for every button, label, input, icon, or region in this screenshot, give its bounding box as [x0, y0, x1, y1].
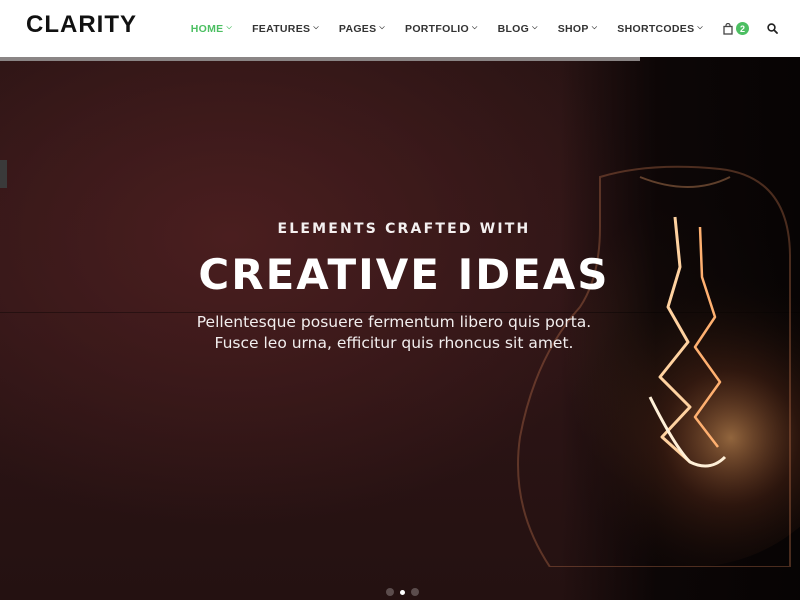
chevron-down-icon: ⌵: [379, 23, 386, 31]
cart-count-badge: 2: [736, 22, 749, 35]
nav-item-shop[interactable]: SHOP ⌵: [558, 23, 598, 35]
hero-subtitle-line-1: Pellentesque posuere fermentum libero qu…: [196, 313, 592, 331]
nav-item-features[interactable]: FEATURES ⌵: [252, 23, 319, 35]
hero-subtitle-line-2: Fusce leo urna, efficitur quis rhoncus s…: [214, 334, 574, 352]
chevron-down-icon: ⌵: [532, 23, 538, 31]
nav-item-home[interactable]: HOME ⌵: [191, 23, 232, 35]
nav-item-label: PAGES: [338, 22, 377, 35]
nav-item-blog[interactable]: BLOG ⌵: [498, 23, 538, 35]
hero-eyebrow: ELEMENTS CRAFTED WITH: [277, 221, 531, 237]
side-panel-toggle[interactable]: [0, 160, 7, 188]
nav-item-portfolio[interactable]: PORTFOLIO ⌵: [405, 23, 478, 35]
slider-pagination: [386, 588, 419, 596]
chevron-down-icon: ⌵: [226, 23, 233, 31]
nav-item-label: SHORTCODES: [617, 22, 695, 35]
slide-progress-bar: [0, 57, 800, 61]
slider-dot[interactable]: [411, 588, 419, 596]
hero-headline: CREATIVE IDEAS: [198, 250, 610, 299]
chevron-down-icon: ⌵: [313, 23, 319, 31]
slider-dot[interactable]: [386, 588, 394, 596]
slide-progress-fill: [0, 57, 640, 61]
nav-item-label: HOME: [190, 22, 224, 35]
search-icon[interactable]: [767, 23, 778, 34]
chevron-down-icon: ⌵: [591, 23, 598, 31]
nav-item-label: PORTFOLIO: [405, 22, 469, 35]
nav-item-pages[interactable]: PAGES ⌵: [339, 23, 385, 35]
nav-item-label: SHOP: [557, 22, 589, 35]
nav-item-label: FEATURES: [252, 22, 311, 35]
cart-button[interactable]: 2: [723, 22, 749, 35]
site-logo[interactable]: CLARITY: [26, 11, 137, 39]
chevron-down-icon: ⌵: [697, 23, 703, 31]
shopping-bag-icon: [723, 22, 733, 35]
site-header: CLARITY HOME ⌵ FEATURES ⌵ PAGES ⌵ PORTFO…: [0, 0, 800, 57]
chevron-down-icon: ⌵: [471, 23, 478, 31]
nav-item-label: BLOG: [497, 22, 530, 35]
nav-item-shortcodes[interactable]: SHORTCODES ⌵: [617, 23, 703, 35]
main-nav: HOME ⌵ FEATURES ⌵ PAGES ⌵ PORTFOLIO ⌵ BL…: [191, 0, 800, 57]
slider-dot[interactable]: [400, 589, 405, 595]
